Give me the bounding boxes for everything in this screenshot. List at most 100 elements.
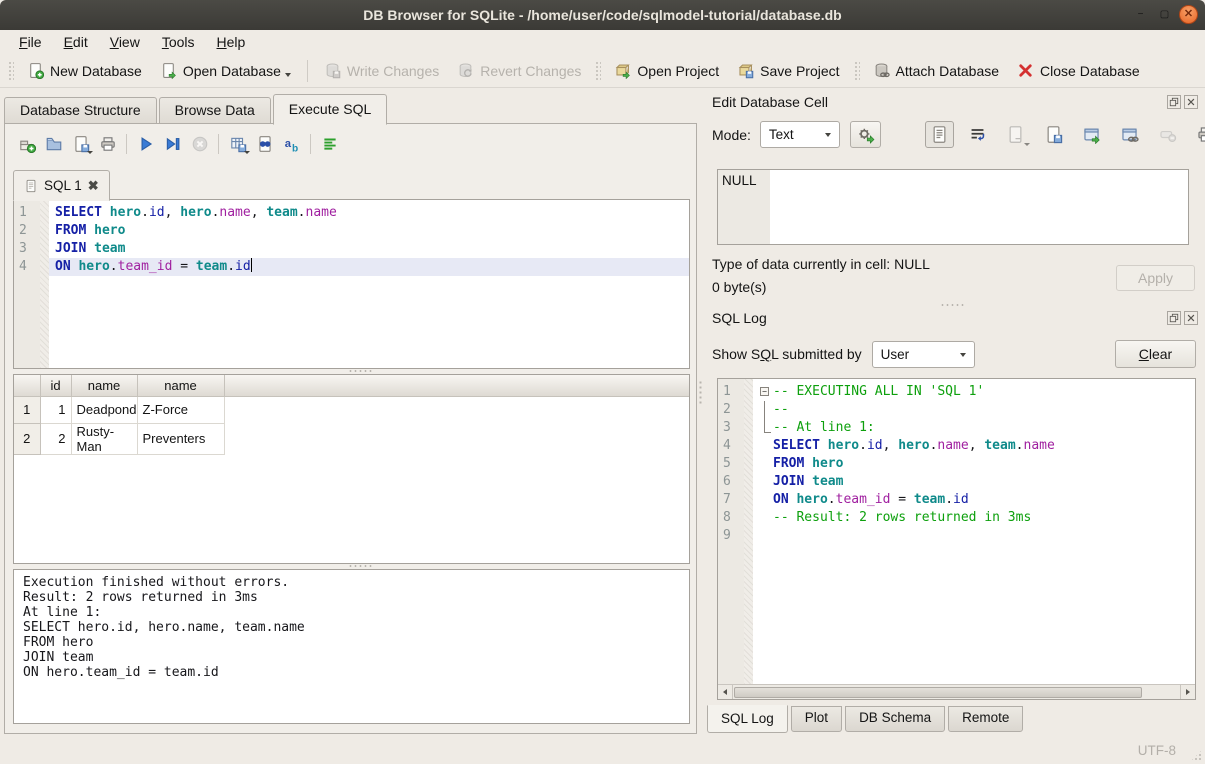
- sql-tab-label: SQL 1: [44, 178, 82, 193]
- toolbar-handle[interactable]: [7, 60, 14, 82]
- execution-message[interactable]: Execution finished without errors. Resul…: [13, 569, 690, 724]
- execute-line-button[interactable]: [159, 131, 186, 156]
- export-data-icon: [1044, 125, 1063, 144]
- submitter-select[interactable]: User: [872, 341, 975, 368]
- print-button[interactable]: [94, 131, 121, 156]
- set-null-button[interactable]: [1153, 121, 1182, 148]
- code-line: SELECT hero.id, hero.name, team.name: [49, 204, 689, 222]
- tab-browse-data[interactable]: Browse Data: [159, 97, 271, 124]
- save-sql-file-button[interactable]: [67, 131, 94, 156]
- fold-marker-icon[interactable]: −: [759, 383, 773, 401]
- corner-header[interactable]: [14, 375, 40, 396]
- editor-code-area[interactable]: SELECT hero.id, hero.name, team.nameFROM…: [49, 200, 689, 368]
- close-button[interactable]: ✕: [1179, 5, 1198, 24]
- attach-database-button[interactable]: Attach Database: [864, 58, 1009, 83]
- log-code-area[interactable]: −-- EXECUTING ALL IN 'SQL 1'---- At line…: [753, 379, 1195, 684]
- column-header[interactable]: name: [71, 375, 137, 396]
- column-header[interactable]: name: [137, 375, 224, 396]
- splitter-handle[interactable]: [348, 369, 374, 374]
- autocomplete-button[interactable]: ab: [278, 131, 305, 156]
- tab-execute-sql[interactable]: Execute SQL: [273, 94, 388, 125]
- bottom-tab-remote[interactable]: Remote: [948, 706, 1023, 732]
- menu-file[interactable]: File: [8, 32, 53, 52]
- stop-icon: [191, 135, 209, 153]
- close-panel-icon[interactable]: [1184, 311, 1198, 325]
- horizontal-scrollbar[interactable]: [718, 684, 1195, 699]
- import-data-button[interactable]: [1001, 121, 1030, 148]
- splitter-handle[interactable]: [940, 303, 966, 308]
- encoding-status: UTF-8: [1138, 743, 1176, 758]
- new-tab-button[interactable]: [13, 131, 40, 156]
- row-header[interactable]: 1: [14, 396, 40, 423]
- write-changes-icon: [324, 62, 341, 79]
- autocomplete-icon: ab: [283, 135, 301, 153]
- open-external-button[interactable]: [1077, 121, 1106, 148]
- splitter-handle[interactable]: [348, 564, 374, 569]
- sql-editor[interactable]: 1234 SELECT hero.id, hero.name, team.nam…: [13, 199, 690, 369]
- bottom-tab-plot[interactable]: Plot: [791, 706, 842, 732]
- maximize-button[interactable]: ▢: [1155, 5, 1174, 24]
- print-icon: [99, 135, 117, 153]
- stop-button[interactable]: [186, 131, 213, 156]
- write-changes-button[interactable]: Write Changes: [315, 58, 448, 83]
- table-cell[interactable]: Preventers: [137, 423, 224, 454]
- panel-splitter[interactable]: [698, 380, 704, 406]
- menu-help[interactable]: Help: [206, 32, 257, 52]
- find-button[interactable]: [251, 131, 278, 156]
- tab-database-structure[interactable]: Database Structure: [4, 97, 157, 124]
- format-sql-button[interactable]: [316, 131, 343, 156]
- execute-all-button[interactable]: [132, 131, 159, 156]
- table-cell[interactable]: Deadpond: [71, 396, 137, 423]
- apply-button[interactable]: Apply: [1116, 265, 1195, 291]
- close-database-button[interactable]: Close Database: [1008, 58, 1149, 83]
- revert-changes-button[interactable]: Revert Changes: [448, 58, 590, 83]
- dropdown-caret-icon[interactable]: [285, 73, 291, 77]
- word-wrap-button[interactable]: [963, 121, 992, 148]
- scroll-left-icon[interactable]: [718, 685, 733, 699]
- export-data-button[interactable]: [1039, 121, 1068, 148]
- auto-apply-button[interactable]: [850, 121, 881, 148]
- open-project-button[interactable]: Open Project: [605, 58, 728, 83]
- copy-link-button[interactable]: [1115, 121, 1144, 148]
- open-database-button[interactable]: Open Database: [151, 58, 300, 83]
- save-results-button[interactable]: [224, 131, 251, 156]
- print-button[interactable]: [1191, 121, 1205, 148]
- row-header[interactable]: 2: [14, 423, 40, 454]
- toolbar-handle[interactable]: [853, 60, 860, 82]
- mode-select[interactable]: Text: [760, 121, 840, 148]
- menu-view[interactable]: View: [99, 32, 151, 52]
- dropdown-caret-icon[interactable]: [87, 151, 93, 154]
- sql-tab[interactable]: SQL 1 ✖: [13, 170, 110, 201]
- open-sql-file-button[interactable]: [40, 131, 67, 156]
- menu-tools[interactable]: Tools: [151, 32, 206, 52]
- title-bar[interactable]: DB Browser for SQLite - /home/user/code/…: [0, 0, 1205, 30]
- resize-grip[interactable]: [1190, 749, 1203, 762]
- float-panel-icon[interactable]: [1167, 95, 1181, 109]
- scroll-right-icon[interactable]: [1180, 685, 1195, 699]
- attach-database-label: Attach Database: [896, 63, 1000, 79]
- save-project-button[interactable]: Save Project: [728, 58, 848, 83]
- text-mode-button[interactable]: [925, 121, 954, 148]
- bottom-tab-sql-log[interactable]: SQL Log: [707, 705, 788, 733]
- code-line: −-- EXECUTING ALL IN 'SQL 1': [753, 383, 1195, 401]
- new-database-button[interactable]: New Database: [18, 58, 151, 83]
- column-header[interactable]: id: [40, 375, 71, 396]
- close-tab-icon[interactable]: ✖: [88, 179, 99, 192]
- table-cell[interactable]: 2: [40, 423, 71, 454]
- float-panel-icon[interactable]: [1167, 311, 1181, 325]
- dropdown-caret-icon[interactable]: [244, 151, 250, 154]
- cell-content-editor[interactable]: NULL: [717, 169, 1189, 245]
- bottom-tab-db-schema[interactable]: DB Schema: [845, 706, 945, 732]
- table-cell[interactable]: 1: [40, 396, 71, 423]
- clear-button[interactable]: Clear: [1115, 340, 1196, 368]
- table-cell[interactable]: Rusty-Man: [71, 423, 137, 454]
- open-project-label: Open Project: [637, 63, 719, 79]
- menu-edit[interactable]: Edit: [53, 32, 99, 52]
- toolbar-handle[interactable]: [594, 60, 601, 82]
- sql-document-icon: [24, 179, 38, 193]
- sql-log-view[interactable]: 123456789 −-- EXECUTING ALL IN 'SQL 1'--…: [717, 378, 1196, 700]
- table-cell[interactable]: Z-Force: [137, 396, 224, 423]
- close-panel-icon[interactable]: [1184, 95, 1198, 109]
- scrollbar-thumb[interactable]: [734, 687, 1142, 698]
- minimize-button[interactable]: −: [1131, 5, 1150, 24]
